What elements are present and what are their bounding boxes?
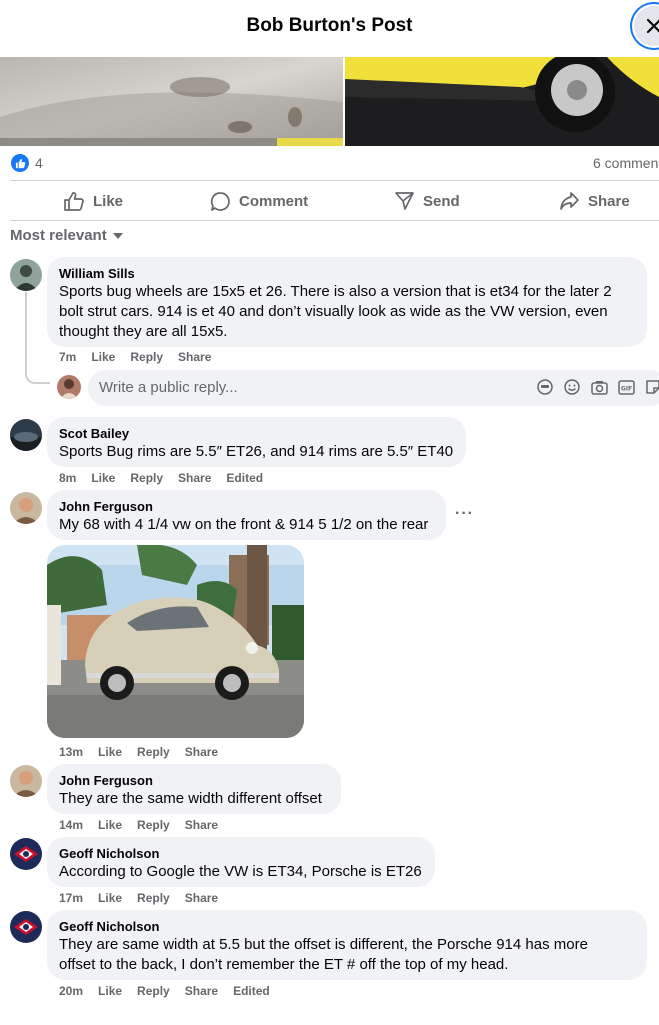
comment-text-line: Sports bug wheels are 15x5 et 26. There …	[59, 283, 612, 300]
comment-share-link[interactable]: Share	[185, 818, 218, 832]
send-button[interactable]: Send	[394, 190, 460, 212]
divider	[10, 220, 659, 221]
comment-time[interactable]: 20m	[59, 984, 83, 998]
send-icon	[395, 192, 414, 210]
comment-text-line: They are same width at 5.5 but the offse…	[59, 936, 588, 953]
comment-author[interactable]: Geoff Nicholson	[59, 918, 635, 935]
comment-time[interactable]: 17m	[59, 891, 83, 905]
comment-like-link[interactable]: Like	[98, 745, 122, 759]
send-label: Send	[423, 192, 460, 210]
sort-dropdown[interactable]: Most relevant	[10, 227, 123, 244]
comment-reply-link[interactable]: Reply	[137, 818, 170, 832]
like-button[interactable]: Like	[63, 190, 123, 212]
share-label: Share	[588, 192, 630, 210]
comment-text-line: According to Google the VW is ET34, Pors…	[59, 863, 422, 880]
my-avatar	[57, 375, 81, 399]
gif-icon[interactable]: GIF	[617, 378, 635, 396]
more-options-icon[interactable]: ···	[455, 505, 474, 523]
reply-toolbar: GIF	[536, 378, 659, 396]
comment-share-link[interactable]: Share	[185, 891, 218, 905]
comment-share-link[interactable]: Share	[178, 350, 211, 364]
avatar-sticker-icon[interactable]	[536, 378, 554, 396]
comment-author[interactable]: Geoff Nicholson	[59, 845, 423, 862]
comment-author[interactable]: John Ferguson	[59, 498, 434, 515]
comment-meta: 13m Like Reply Share	[59, 745, 218, 759]
comment-author[interactable]: William Sills	[59, 265, 635, 282]
reaction-count[interactable]: 4	[35, 155, 43, 171]
comment-text-line: My 68 with 4 1/4 vw on the front & 914 5…	[59, 516, 429, 533]
comment-author[interactable]: John Ferguson	[59, 772, 329, 789]
comment-icon	[210, 191, 230, 211]
avatar[interactable]	[10, 911, 42, 943]
comment-meta: 14m Like Reply Share	[59, 818, 218, 832]
close-icon	[646, 18, 659, 34]
comment-meta: 17m Like Reply Share	[59, 891, 218, 905]
comment-edited-label[interactable]: Edited	[233, 984, 270, 998]
comment-reply-link[interactable]: Reply	[130, 350, 163, 364]
comment-text-line: offset to the back, I don’t remember the…	[59, 956, 509, 973]
comment-like-link[interactable]: Like	[91, 471, 115, 485]
comment-reply-link[interactable]: Reply	[137, 745, 170, 759]
comment-bubble: John Ferguson My 68 with 4 1/4 vw on the…	[47, 490, 446, 540]
comment-bubble: John Ferguson They are the same width di…	[47, 764, 341, 814]
post-photo-2[interactable]	[345, 57, 659, 146]
comment-text-line: They are the same width different offset	[59, 790, 322, 807]
comment-bubble: Scot Bailey Sports Bug rims are 5.5″ ET2…	[47, 417, 466, 467]
comment-meta: 8m Like Reply Share Edited	[59, 471, 263, 485]
divider	[10, 180, 659, 181]
share-icon	[560, 192, 579, 210]
caret-down-icon	[112, 232, 123, 239]
sort-label: Most relevant	[10, 227, 107, 244]
comment-time[interactable]: 7m	[59, 350, 76, 364]
comment-button[interactable]: Comment	[210, 190, 308, 212]
avatar[interactable]	[10, 838, 42, 870]
comment-share-link[interactable]: Share	[185, 745, 218, 759]
comment-label: Comment	[239, 192, 309, 210]
thumbs-up-icon	[64, 192, 84, 211]
post-photo-1[interactable]	[0, 57, 343, 146]
comment-reply-link[interactable]: Reply	[130, 471, 163, 485]
comment-bubble: Geoff Nicholson They are same width at 5…	[47, 910, 647, 980]
avatar[interactable]	[10, 419, 42, 451]
avatar[interactable]	[10, 492, 42, 524]
comment-share-link[interactable]: Share	[185, 984, 218, 998]
comment-text-line: thought they are all 15x5.	[59, 323, 228, 340]
svg-text:GIF: GIF	[620, 385, 631, 392]
comment-reply-link[interactable]: Reply	[137, 891, 170, 905]
page-title: Bob Burton's Post	[246, 15, 413, 36]
comment-edited-label[interactable]: Edited	[226, 471, 263, 485]
share-button[interactable]: Share	[559, 190, 630, 212]
comment-time[interactable]: 13m	[59, 745, 83, 759]
comment-like-link[interactable]: Like	[98, 891, 122, 905]
comment-share-link[interactable]: Share	[178, 471, 211, 485]
comment-author[interactable]: Scot Bailey	[59, 425, 454, 442]
comment-time[interactable]: 8m	[59, 471, 76, 485]
avatar[interactable]	[10, 259, 42, 291]
comment-meta: 20m Like Reply Share Edited	[59, 984, 270, 998]
comment-bubble: William Sills Sports bug wheels are 15x5…	[47, 257, 647, 347]
camera-icon[interactable]	[590, 378, 608, 396]
emoji-icon[interactable]	[563, 378, 581, 396]
comment-text-line: Sports Bug rims are 5.5″ ET26, and 914 r…	[59, 443, 454, 460]
comment-time[interactable]: 14m	[59, 818, 83, 832]
comment-like-link[interactable]: Like	[98, 984, 122, 998]
comment-bubble: Geoff Nicholson According to Google the …	[47, 837, 435, 887]
comment-text-line: bolt strut cars. 914 is et 40 and don’t …	[59, 303, 608, 320]
avatar[interactable]	[10, 765, 42, 797]
comment-count[interactable]: 6 commen	[593, 155, 658, 171]
comment-photo-car[interactable]	[47, 545, 304, 738]
like-reaction-icon[interactable]	[11, 154, 29, 172]
comment-reply-link[interactable]: Reply	[137, 984, 170, 998]
comment-meta: 7m Like Reply Share	[59, 350, 211, 364]
sticker-icon[interactable]	[644, 378, 659, 396]
like-label: Like	[93, 192, 124, 210]
comment-like-link[interactable]: Like	[98, 818, 122, 832]
comment-like-link[interactable]: Like	[91, 350, 115, 364]
reply-placeholder[interactable]: Write a public reply...	[99, 379, 238, 396]
